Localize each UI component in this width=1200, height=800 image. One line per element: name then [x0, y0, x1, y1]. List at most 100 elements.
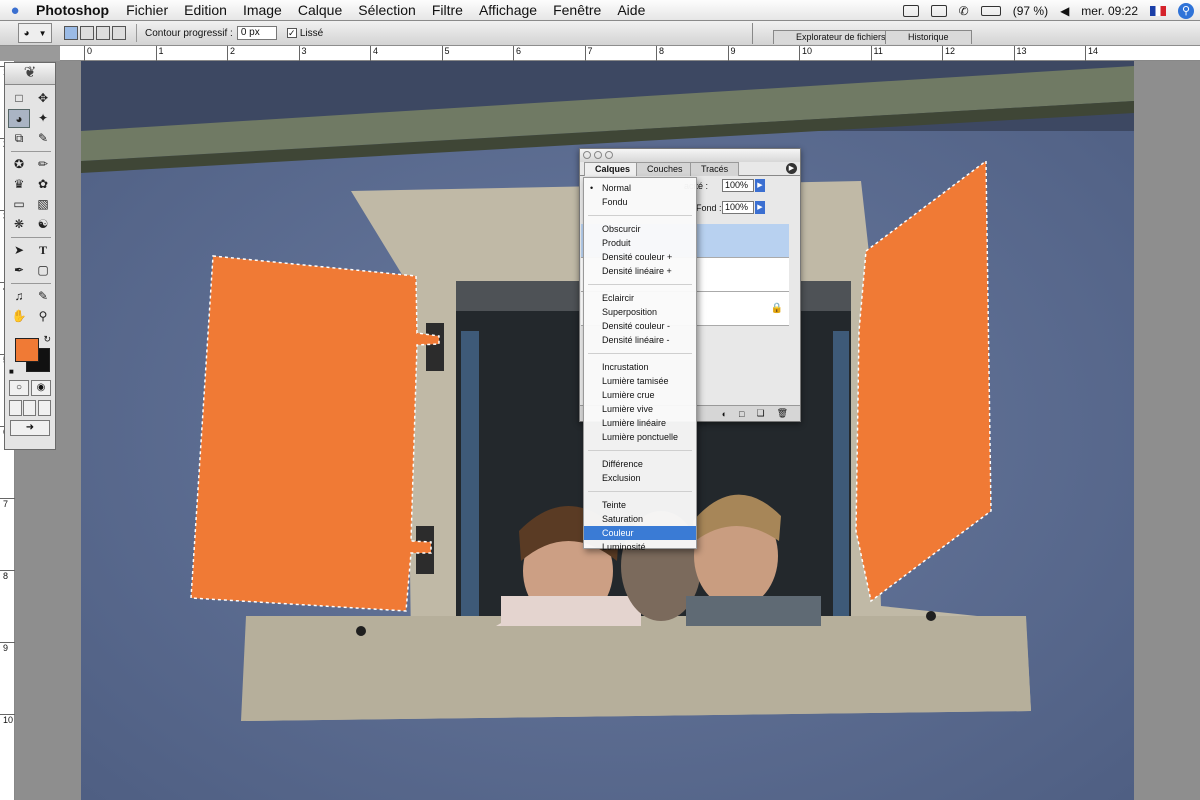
antialias-checkbox[interactable]: ✓	[286, 28, 297, 38]
eyedropper-tool-icon[interactable]: ✎	[32, 287, 54, 306]
move-tool-icon[interactable]: ✥	[32, 89, 54, 108]
fill-input[interactable]: 100%	[722, 201, 754, 214]
blend-mode-item[interactable]: Luminosité	[584, 540, 696, 554]
screen-mode-full-icon[interactable]	[38, 400, 52, 416]
blend-mode-item[interactable]: Exclusion	[584, 471, 696, 485]
slice-tool-icon[interactable]: ✎	[32, 129, 54, 148]
keyboard-icon[interactable]	[902, 4, 919, 17]
swap-colors-icon[interactable]: ↻	[43, 334, 51, 345]
blend-mode-item[interactable]: Lumière vive	[584, 402, 696, 416]
quick-mask-icon[interactable]: ◉	[31, 380, 51, 396]
clone-stamp-icon[interactable]: ♛	[8, 175, 30, 194]
zoom-icon[interactable]	[605, 151, 613, 159]
ruler-tick-label: 3	[298, 46, 307, 61]
blend-mode-item[interactable]: Incrustation	[584, 360, 696, 374]
shape-tool-icon[interactable]: ▢	[32, 261, 54, 280]
palette-menu-icon[interactable]: ▶	[786, 163, 797, 174]
path-selection-icon[interactable]: ➤	[8, 241, 30, 260]
screen-mode-standard-icon[interactable]	[8, 400, 22, 416]
ruler-tick-label: 4	[370, 46, 378, 61]
menu-filtre[interactable]: Filtre	[432, 2, 463, 18]
blend-mode-item[interactable]: Fondu	[584, 195, 696, 209]
battery-icon[interactable]	[980, 5, 1001, 16]
add-selection-button[interactable]	[80, 26, 94, 40]
app-name-menu[interactable]: Photoshop	[36, 2, 109, 18]
tab-calques[interactable]: Calques	[584, 162, 642, 176]
dodge-tool-icon[interactable]: ☯	[32, 215, 54, 234]
pen-tool-icon[interactable]: ✒	[8, 261, 30, 280]
blend-mode-item[interactable]: Densité linéaire -	[584, 333, 696, 347]
jump-to-imageready-icon[interactable]: ➜	[10, 420, 50, 436]
notes-tool-icon[interactable]: ♫	[8, 287, 30, 306]
blend-mode-item[interactable]: Normal	[584, 181, 696, 195]
menu-image[interactable]: Image	[243, 2, 282, 18]
default-colors-icon[interactable]: ■	[9, 367, 14, 376]
blend-mode-item[interactable]: Densité couleur +	[584, 250, 696, 264]
blend-mode-item[interactable]: Densité linéaire +	[584, 264, 696, 278]
blend-mode-item[interactable]: Densité couleur -	[584, 319, 696, 333]
history-brush-icon[interactable]: ✿	[32, 175, 54, 194]
menu-affichage[interactable]: Affichage	[479, 2, 537, 18]
opacity-slider-button[interactable]: ▶	[755, 179, 765, 192]
clock[interactable]: mer. 09:22	[1081, 4, 1138, 18]
blend-mode-item[interactable]: Lumière linéaire	[584, 416, 696, 430]
healing-brush-icon[interactable]: ✪	[8, 155, 30, 174]
tool-preset-picker[interactable]: ◕ ▼	[18, 23, 52, 43]
adjustment-layer-icon[interactable]: ◐	[722, 409, 727, 419]
new-group-icon[interactable]: □	[739, 409, 744, 419]
menu-calque[interactable]: Calque	[298, 2, 342, 18]
magic-wand-tool-icon[interactable]: ✦	[32, 109, 54, 128]
lasso-tool-icon[interactable]: ◕	[8, 109, 30, 128]
menu-edition[interactable]: Edition	[184, 2, 227, 18]
tab-history[interactable]: Historique	[885, 30, 972, 44]
menu-selection[interactable]: Sélection	[358, 2, 416, 18]
opacity-input[interactable]: 100%	[722, 179, 754, 192]
menu-fenetre[interactable]: Fenêtre	[553, 2, 601, 18]
blend-mode-item[interactable]: Saturation	[584, 512, 696, 526]
foreground-color-swatch[interactable]	[15, 338, 39, 362]
blend-mode-item[interactable]: Différence	[584, 457, 696, 471]
display-icon[interactable]	[930, 4, 947, 17]
eraser-tool-icon[interactable]: ▭	[8, 195, 30, 214]
tab-traces[interactable]: Tracés	[690, 162, 740, 176]
minimize-icon[interactable]	[594, 151, 602, 159]
input-flag-icon[interactable]	[1150, 5, 1166, 16]
menu-fichier[interactable]: Fichier	[126, 2, 168, 18]
brush-tool-icon[interactable]: ✏	[32, 155, 54, 174]
hand-tool-icon[interactable]: ✋	[8, 307, 30, 326]
screen-mode-menu-icon[interactable]	[23, 400, 37, 416]
new-layer-icon[interactable]: ❏	[756, 408, 764, 419]
crop-tool-icon[interactable]: ⧉	[8, 129, 30, 148]
blend-mode-item[interactable]: Superposition	[584, 305, 696, 319]
fill-slider-button[interactable]: ▶	[755, 201, 765, 214]
toolbox-header[interactable]: ❦	[5, 63, 55, 85]
spotlight-search-icon[interactable]: ⚲	[1178, 2, 1194, 19]
phone-icon[interactable]: ✆	[959, 4, 969, 18]
horizontal-ruler[interactable]: 0 1 2 3 4 5 6 7 8 9 10 11 12 13 14	[60, 46, 1200, 61]
blend-mode-item[interactable]: Lumière crue	[584, 388, 696, 402]
blend-mode-item[interactable]: Couleur	[584, 526, 696, 540]
close-icon[interactable]	[583, 151, 591, 159]
feather-input[interactable]: 0 px	[236, 26, 277, 40]
standard-mode-icon[interactable]: ○	[9, 380, 29, 396]
volume-icon[interactable]: ◀	[1060, 4, 1069, 18]
intersect-selection-button[interactable]	[112, 26, 126, 40]
blend-mode-item[interactable]: Teinte	[584, 498, 696, 512]
blend-mode-item[interactable]: Lumière tamisée	[584, 374, 696, 388]
type-tool-icon[interactable]: T	[32, 241, 54, 260]
tab-couches[interactable]: Couches	[636, 162, 694, 176]
gradient-tool-icon[interactable]: ▧	[32, 195, 54, 214]
new-selection-button[interactable]	[64, 26, 78, 40]
apple-menu-icon[interactable]: ●	[0, 2, 30, 19]
trash-icon[interactable]: 🗑	[777, 408, 788, 419]
blend-mode-item[interactable]: Produit	[584, 236, 696, 250]
blend-mode-item[interactable]: Obscurcir	[584, 222, 696, 236]
menu-aide[interactable]: Aide	[617, 2, 645, 18]
blend-mode-item[interactable]: Eclaircir	[584, 291, 696, 305]
blend-mode-item[interactable]: Lumière ponctuelle	[584, 430, 696, 444]
subtract-selection-button[interactable]	[96, 26, 110, 40]
marquee-tool-icon[interactable]: □	[8, 89, 30, 108]
blur-tool-icon[interactable]: ❋	[8, 215, 30, 234]
zoom-tool-icon[interactable]: ⚲	[32, 307, 54, 326]
palette-title-bar[interactable]	[580, 149, 800, 162]
